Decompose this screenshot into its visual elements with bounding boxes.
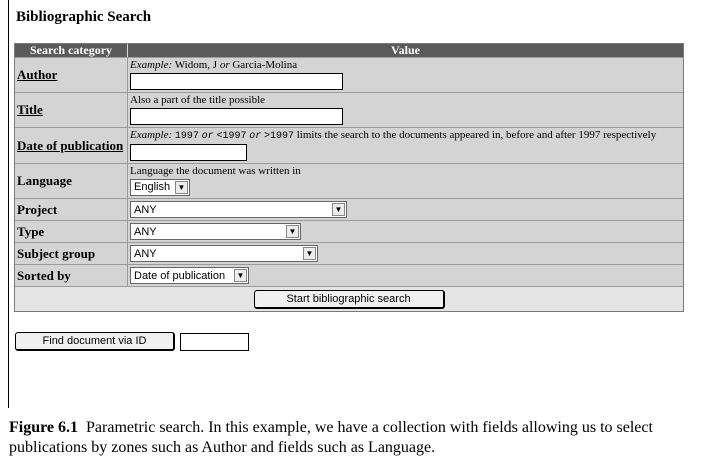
chevron-down-icon: ▼ [303,247,316,260]
project-select[interactable]: ANY ▼ [130,201,347,218]
subject-group-selected: ANY [134,247,157,260]
hint-example-a: Widom, J [174,58,218,71]
language-value-cell: Language the document was written in Eng… [128,163,683,198]
type-select[interactable]: ANY ▼ [130,223,301,240]
hint-example-b: Garcia-Molina [232,58,298,71]
header-value: Value [128,44,683,57]
project-row: Project ANY ▼ [15,198,683,220]
sorted-by-select[interactable]: Date of publication ▼ [130,267,249,284]
type-value-cell: ANY ▼ [128,220,683,242]
chevron-down-icon: ▼ [175,180,188,194]
page-title: Bibliographic Search [16,9,152,25]
project-value-cell: ANY ▼ [128,198,683,220]
language-row: Language Language the document was writt… [15,163,683,198]
submit-row: Start bibliographic search [15,286,683,311]
date-value-cell: Example: 1997 or <1997 or >1997 limits t… [128,127,683,163]
subject-group-row: Subject group ANY ▼ [15,242,683,264]
title-label[interactable]: Title [17,102,43,117]
language-selected: English [134,181,171,193]
type-row: Type ANY ▼ [15,220,683,242]
title-row: Title Also a part of the title possible [15,92,683,127]
subject-group-value-cell: ANY ▼ [128,242,683,264]
title-input[interactable] [130,107,343,125]
date-label-cell: Date of publication [15,127,128,163]
header-search-category: Search category [15,44,128,57]
author-value-cell: Example: Widom, J or Garcia-Molina [128,57,683,92]
find-document-button[interactable]: Find document via ID [15,332,175,351]
hint-description: limits the search to the documents appea… [296,128,657,141]
project-label: Project [15,198,128,220]
hint-example-label: Example: [130,58,173,71]
date-hint: Example: 1997 or <1997 or >1997 limits t… [130,129,681,143]
subject-group-select[interactable]: ANY ▼ [130,245,318,262]
hint-or: or [219,58,230,71]
figure-label: Figure 6.1 [9,419,79,436]
title-hint: Also a part of the title possible [130,93,266,106]
language-select[interactable]: English ▼ [130,178,190,196]
figure-caption: Figure 6.1 Parametric search. In this ex… [9,418,721,458]
type-selected: ANY [134,225,157,238]
submit-cell: Start bibliographic search [15,286,683,311]
table-header-row: Search category Value [15,44,683,57]
hint-example-label: Example: [130,128,173,141]
author-hint: Example: Widom, J or Garcia-Molina [130,59,681,72]
hint-code-before: <1997 [216,130,247,142]
sorted-by-selected: Date of publication [134,269,226,282]
start-search-button[interactable]: Start bibliographic search [253,289,445,309]
author-row: Author Example: Widom, J or Garcia-Molin… [15,57,683,92]
hint-or: or [249,130,262,142]
author-label-cell: Author [15,57,128,92]
language-label: Language [15,163,128,198]
author-input[interactable] [130,72,343,90]
language-hint: Language the document was written in [130,164,301,177]
author-label[interactable]: Author [17,67,57,82]
sorted-by-label: Sorted by [15,264,128,286]
chevron-down-icon: ▼ [286,225,299,238]
chevron-down-icon: ▼ [234,269,247,282]
date-row: Date of publication Example: 1997 or <19… [15,127,683,163]
type-label: Type [15,220,128,242]
margin-rule [8,0,9,408]
title-value-cell: Also a part of the title possible [128,92,683,127]
sorted-by-value-cell: Date of publication ▼ [128,264,683,286]
sorted-by-row: Sorted by Date of publication ▼ [15,264,683,286]
hint-or: or [201,130,214,142]
hint-code-after: >1997 [263,130,294,142]
document-id-input[interactable] [180,333,249,351]
hint-code-equal: 1997 [174,130,199,142]
subject-group-label: Subject group [15,242,128,264]
date-input[interactable] [130,143,247,161]
title-label-cell: Title [15,92,128,127]
date-label[interactable]: Date of publication [17,138,123,153]
bibliographic-search-form: Search category Value Author Example: Wi… [14,43,684,312]
caption-text: Parametric search. In this example, we h… [9,419,653,456]
project-selected: ANY [134,203,157,216]
chevron-down-icon: ▼ [332,203,345,216]
